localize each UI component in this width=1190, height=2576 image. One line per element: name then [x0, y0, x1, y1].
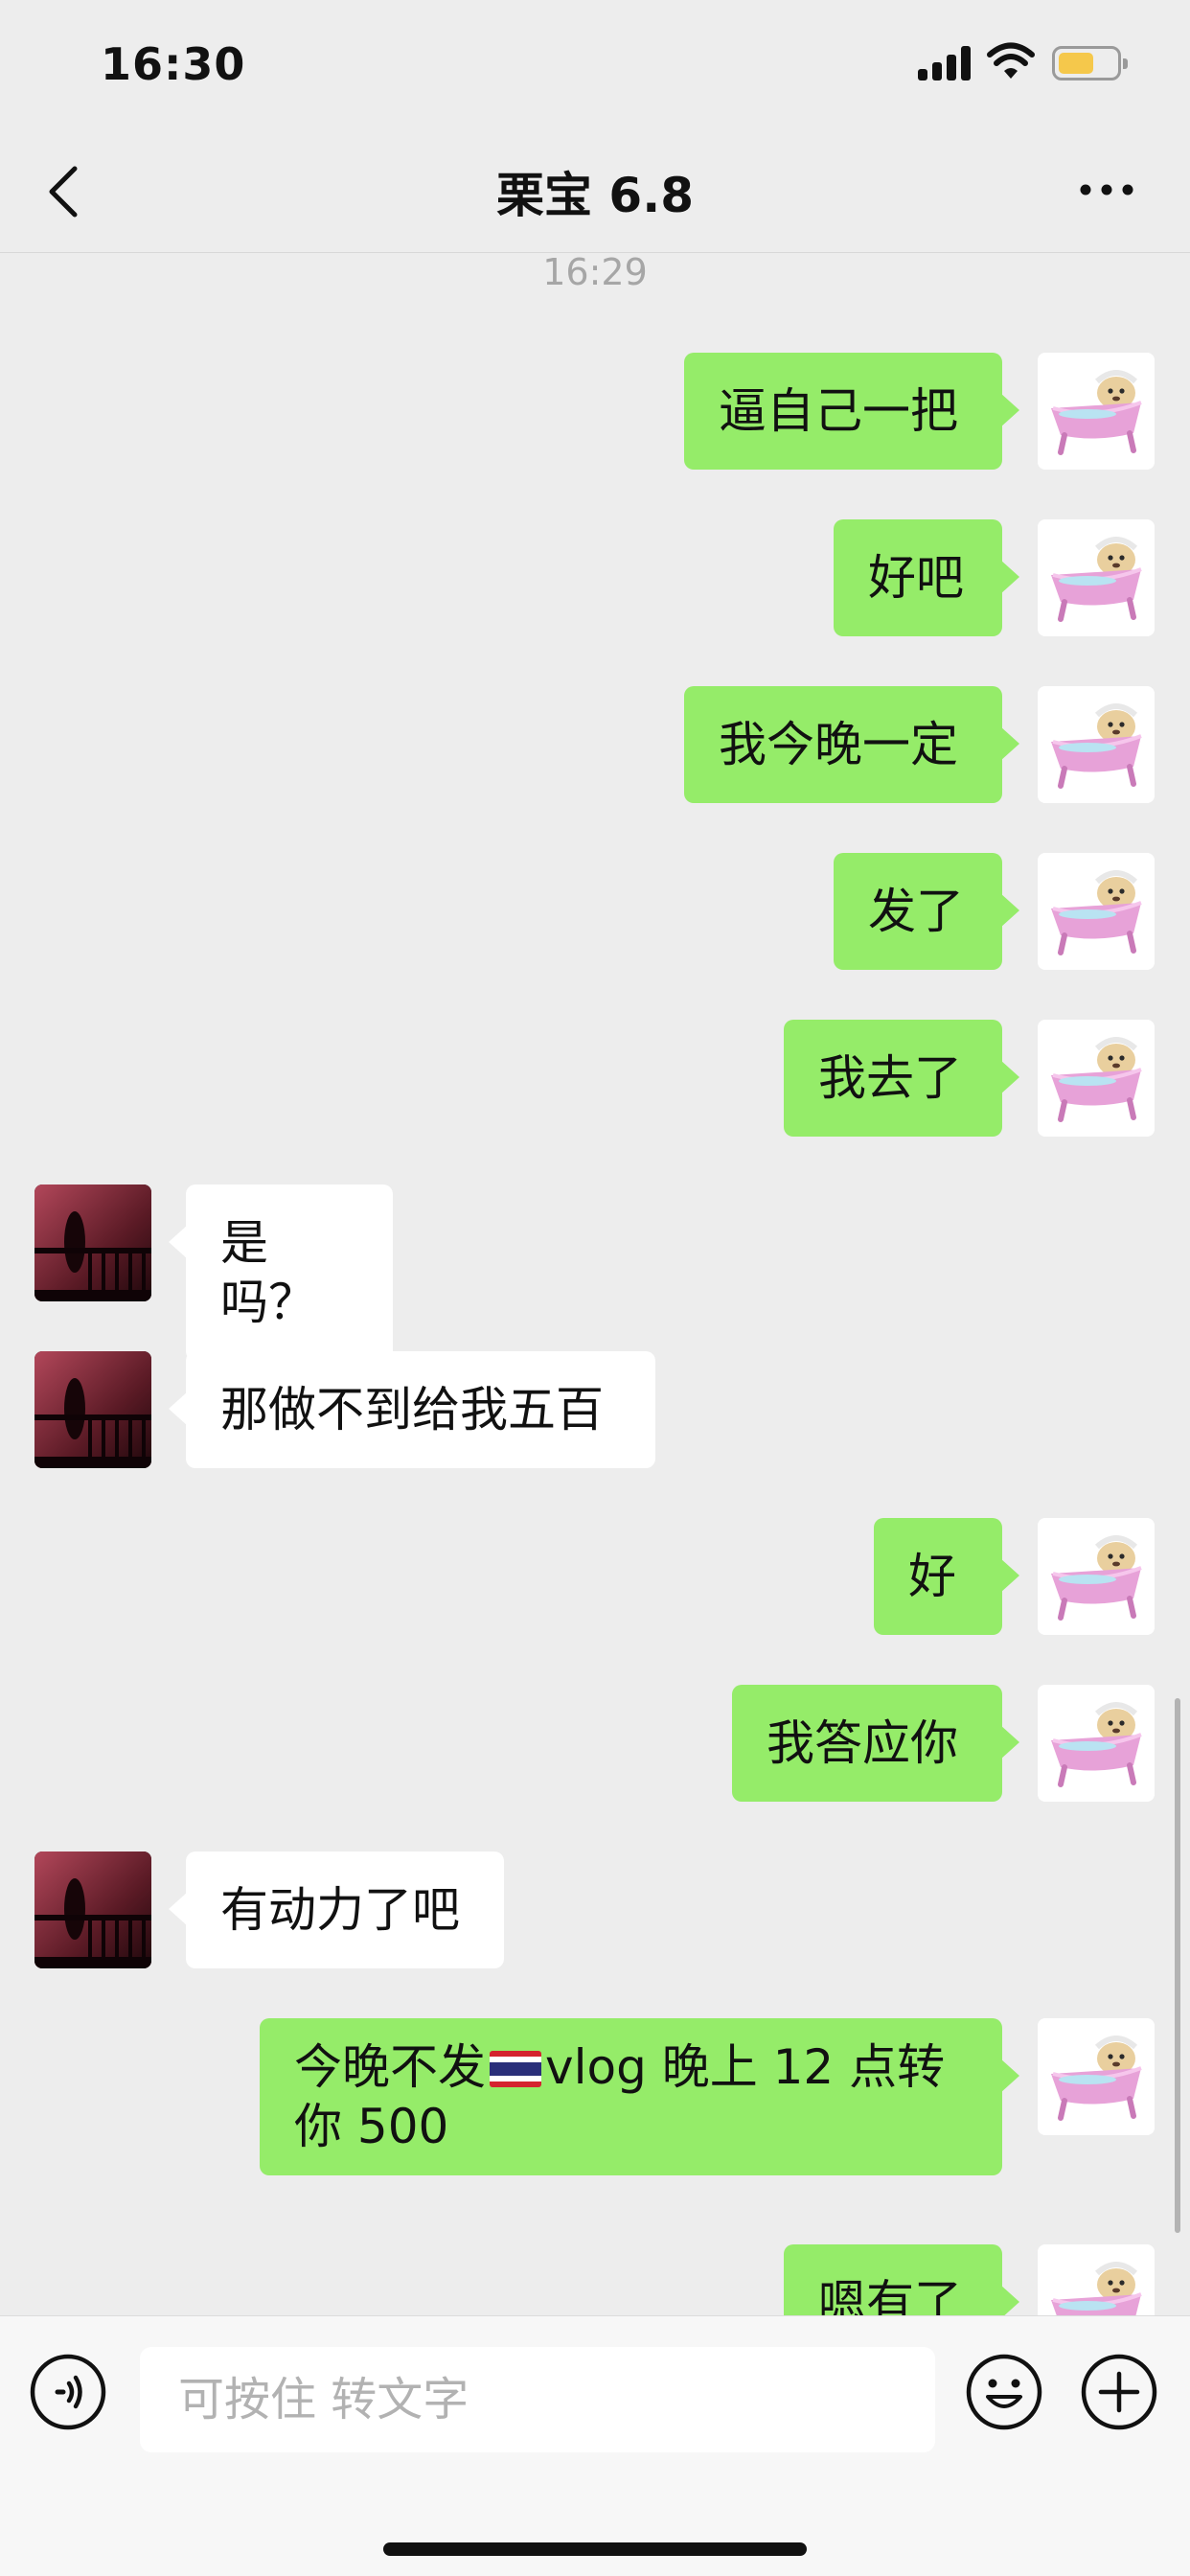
bathtub-avatar-icon [1038, 353, 1155, 470]
my-avatar[interactable] [1038, 686, 1155, 803]
sent-message-bubble[interactable]: 今晚不发 vlog 晚上 12 点转你 500 [260, 2018, 1019, 2175]
message-text: 有动力了吧 [220, 1882, 460, 1938]
chat-title: 栗宝 6.8 [496, 168, 694, 223]
my-avatar[interactable] [1038, 519, 1155, 636]
received-message-bubble[interactable]: 那做不到给我五百 [169, 1351, 655, 1468]
battery-icon [1052, 46, 1128, 80]
message-text: 我今晚一定 [719, 717, 958, 772]
sent-message-bubble[interactable]: 我答应你 [732, 1685, 1019, 1802]
wifi-icon [987, 42, 1035, 79]
bathtub-avatar-icon [1038, 1020, 1155, 1137]
my-avatar[interactable] [1038, 353, 1155, 470]
contact-avatar[interactable] [34, 1852, 151, 1968]
sent-message-bubble[interactable]: 我今晚一定 [684, 686, 1019, 803]
received-message-bubble[interactable]: 有动力了吧 [169, 1852, 504, 1968]
my-avatar[interactable] [1038, 1685, 1155, 1802]
message-input[interactable]: 可按住 转文字 [140, 2347, 935, 2452]
cellular-signal-icon [918, 46, 972, 80]
sent-message-bubble[interactable]: 我去了 [784, 1020, 1019, 1137]
status-bar: 16:30 [0, 0, 1190, 134]
bathtub-avatar-icon [1038, 1518, 1155, 1635]
my-avatar[interactable] [1038, 2018, 1155, 2135]
my-avatar[interactable] [1038, 1518, 1155, 1635]
my-avatar[interactable] [1038, 2244, 1155, 2315]
my-avatar[interactable] [1038, 1020, 1155, 1137]
message-text: 发了 [868, 884, 964, 939]
message-text: 那做不到给我五百 [220, 1382, 604, 1438]
thailand-flag-icon [490, 2051, 541, 2087]
bathtub-avatar-icon [1038, 519, 1155, 636]
message-text: 嗯有了 [818, 2275, 962, 2315]
message-text: 好吧 [868, 550, 964, 606]
sent-message-bubble[interactable]: 发了 [834, 853, 1019, 970]
message-text: 我答应你 [767, 1715, 958, 1771]
message-text: 今晚不发 [294, 2039, 486, 2095]
message-text: 好 [908, 1549, 956, 1604]
bathtub-avatar-icon [1038, 2018, 1155, 2135]
sunset-avatar-icon [34, 1852, 151, 1968]
sent-message-bubble[interactable]: 好吧 [834, 519, 1019, 636]
voice-input-button[interactable] [29, 2353, 107, 2431]
sent-message-bubble[interactable]: 嗯有了 [784, 2244, 1019, 2315]
scrollbar[interactable] [1175, 1698, 1180, 2233]
home-indicator [383, 2542, 807, 2556]
sent-message-bubble[interactable]: 好 [874, 1518, 1019, 1635]
plus-icon[interactable] [1080, 2353, 1158, 2431]
message-text: 我去了 [818, 1050, 962, 1106]
chat-header: 栗宝 6.8 [0, 134, 1190, 253]
bathtub-avatar-icon [1038, 1685, 1155, 1802]
input-bar: 可按住 转文字 [0, 2315, 1190, 2576]
bathtub-avatar-icon [1038, 853, 1155, 970]
received-message-bubble[interactable]: 是吗？ [169, 1184, 393, 1361]
sunset-avatar-icon [34, 1184, 151, 1301]
contact-avatar[interactable] [34, 1184, 151, 1301]
more-dots-icon[interactable] [1078, 180, 1135, 199]
bathtub-avatar-icon [1038, 686, 1155, 803]
contact-avatar[interactable] [34, 1351, 151, 1468]
emoji-icon[interactable] [965, 2353, 1043, 2431]
sent-message-bubble[interactable]: 逼自己一把 [684, 353, 1019, 470]
sunset-avatar-icon [34, 1351, 151, 1468]
my-avatar[interactable] [1038, 853, 1155, 970]
status-time: 16:30 [101, 38, 246, 90]
message-timestamp: 16:29 [542, 253, 648, 293]
message-list[interactable]: 16:29 逼自己一把好吧我今晚一定发了我去了是吗？ 那做不到给我五百好我答应你有… [0, 253, 1190, 2315]
message-text: 是吗？ [220, 1215, 316, 1330]
message-text: 逼自己一把 [719, 383, 958, 439]
bathtub-avatar-icon [1038, 2244, 1155, 2315]
